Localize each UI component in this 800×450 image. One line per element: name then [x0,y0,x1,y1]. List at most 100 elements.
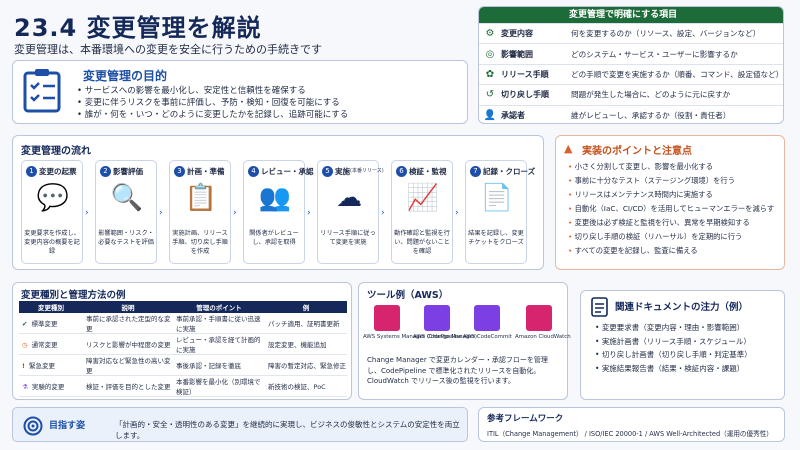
step-number: 1 [26,166,37,177]
step-number: 6 [396,166,407,177]
table-row: ⚙ 変更内容 何を変更するのか（リソース、設定、バージョンなど） [479,23,783,43]
tool-codecommit: AWS CodeCommit [463,305,512,340]
list-item: 切り戻し手順の検証（リハーサル）を定期的に行う [568,230,774,244]
check-icon: ✔ [22,320,28,328]
docs-list: 変更要求書（変更内容・理由・影響範囲） 実施計画書（リリース手順・スケジュール）… [595,321,752,375]
tools-note: Change Manager で変更カレンダー・承認フローを管理し、CodePi… [367,356,548,385]
clock-icon: ◷ [22,341,28,349]
purpose-list: サービスへの影響を最小化し、安定性と信頼性を確保する 変更に伴うリスクを事前に評… [77,85,349,121]
step-number: 3 [174,166,185,177]
purpose-heading: 変更管理の目的 [83,69,168,83]
purpose-card: 変更管理の目的 サービスへの影響を最小化し、安定性と信頼性を確保する 変更に伴う… [12,60,468,124]
flow-step: 7 記録・クローズ 📄 結果を記録し、変更チケットをクローズ [465,160,535,264]
step-number: 5 [322,166,333,177]
table-cell: ◷ 通常変更 [19,333,83,355]
flow-step: 6 検証・監視 📈 動作確認と監視を行い、問題がないことを確認 [391,160,453,264]
row-key: 承認者 [501,110,525,120]
flow-step: 2 影響評価 🔍 影響範囲・リスク・必要なテストを評価 [95,160,157,264]
table-cell: ⚗ 実験的変更 [19,375,83,397]
types-table: 変更種別 説明 管理のポイント 例 ✔ 標準変更 事前に承認された定型的な変更 事前承… [19,301,347,397]
document-icon [591,297,608,317]
step-description: リリース手順に従って変更を実施 [320,230,376,246]
flow-step: 3 計画・準備 📋 実施計画、リリース手順、切り戻し手順を作成 [169,160,231,264]
table-cell: ✔ 標準変更 [19,313,83,334]
cloud-upload-icon: ☁ [336,183,362,213]
list-item: 誰が・何を・いつ・どのように変更したかを記録し、追跡可能にする [77,109,349,121]
step-name: 影響評価 [113,167,143,176]
column-header: 管理のポイント [173,301,265,313]
step-name: レビュー・承認 [261,167,314,176]
row-key: リリース手順 [501,69,549,79]
target-icon [23,416,43,436]
alert-icon: ! [22,362,25,370]
table-cell: 事後承認・記録を徹底 [173,354,265,376]
cell-text: 緊急変更 [28,362,55,370]
step-description: 変更要求を作成し、変更内容の概要を記録 [24,230,80,255]
table-row: ↺ 切り戻し手順 問題が発生した場合に、どのように元に戻すか [479,84,783,104]
list-item: 切り戻し計画書（切り戻し手順・判定基準） [595,348,752,362]
flow-step: 4 レビュー・承認 👥 関係者がレビューし、承認を取得 [243,160,314,264]
points-card: ▲ 実装のポイントと注意点 小さく分割して変更し、影響を最小化する 事前に十分な… [555,135,785,270]
page-subtitle: 変更管理は、本番環境への変更を安全に行うための手続きです [14,43,322,56]
systems-manager-icon [374,305,400,331]
row-key: 変更内容 [501,29,533,39]
reference-card: 参考フレームワーク ITIL（Change Management） / ISO/… [478,407,785,442]
clarify-table: 変更管理で明確にする項目 ⚙ 変更内容 何を変更するのか（リソース、設定、バージョン… [478,6,784,124]
cell-text: 実験的変更 [31,383,65,391]
list-item: リリースはメンテナンス時間内に実施する [568,188,774,202]
codecommit-icon [474,305,500,331]
table-row: ⚗ 実験的変更 検証・評価を目的とした変更 本番影響を最小化（別環境で検証） 新技術の検… [19,375,347,397]
table-cell: ! 緊急変更 [19,354,83,376]
reference-text: ITIL（Change Management） / ISO/IEC 20000-… [487,430,773,438]
list-item: 変更要求書（変更内容・理由・影響範囲） [595,321,752,335]
goal-text: 「計画的・安全・透明性のある変更」を継続的に実現し、ビジネスの俊敏性とシステムの… [115,420,460,440]
flask-icon: ⚗ [22,383,28,391]
list-item: 小さく分割して変更し、影響を最小化する [568,160,774,174]
list-item: 実施結果報告書（結果・検証内容・課題） [595,362,752,376]
table-cell: 設定変更、機能追加 [265,333,347,355]
tools-card: ツール例（AWS） AWS Systems Manager (Change Ma… [358,282,571,400]
tool-label: AWS CodePipeline [413,334,462,340]
table-row: ✔ 標準変更 事前に承認された定型的な変更 事前承認・手順書に従い迅速に実施 パッチ適用… [19,313,347,334]
table-row: ◷ 通常変更 リスクと影響が中程度の変更 レビュー・承認を経て計画的に実施 設定変更、機… [19,333,347,355]
column-header: 例 [265,301,347,313]
codepipeline-icon [424,305,450,331]
step-number: 4 [248,166,259,177]
table-row: 👤 承認者 誰がレビューし、承認するか（役割・責任者） [479,104,783,123]
goal-label: 目指す姿 [49,421,86,431]
arrow-right-icon: › [85,208,89,218]
step-description: 結果を記録し、変更チケットをクローズ [468,230,524,246]
table-cell: 事前承認・手順書に従い迅速に実施 [173,313,265,334]
points-list: 小さく分割して変更し、影響を最小化する 事前に十分なテスト（ステージング環境）を… [568,160,775,258]
cell-text: 標準変更 [31,320,58,328]
flow-step: 5 実施 (本番リリース) ☁ リリース手順に従って変更を実施 [317,160,384,264]
column-header: 説明 [83,301,173,313]
table-row: ! 緊急変更 障害対応など緊急性の高い変更 事後承認・記録を徹底 障害の暫定対応、緊急修… [19,354,347,376]
step-name: 計画・準備 [187,167,225,176]
step-number: 2 [100,166,111,177]
row-value: 問題が発生した場合に、どのように元に戻すか [571,90,731,100]
magnifier-icon: 🔍 [110,183,144,213]
list-item: すべての変更を記録し、監査に備える [568,244,774,258]
release-icon: ✿ [485,68,495,80]
table-cell: 障害対応など緊急性の高い変更 [83,354,173,376]
table-cell: 新技術の検証、PoC [265,375,347,397]
list-item: 実施計画書（リリース手順・スケジュール） [595,335,752,349]
step-number: 7 [470,166,481,177]
impact-icon: ◎ [485,48,495,60]
step-sub: (本番リリース) [350,168,384,174]
types-card: 変更種別と管理方法の例 変更種別 説明 管理のポイント 例 ✔ 標準変更 事前に承認… [12,282,352,400]
approver-icon: 👤 [483,109,497,121]
table-cell: 障害の暫定対応、緊急修正 [265,354,347,376]
page-title: 23.4 変更管理を解説 [14,14,262,42]
tools-heading: ツール例（AWS） [367,290,449,301]
cell-text: 通常変更 [31,341,58,349]
table-cell: リスクと影響が中程度の変更 [83,333,173,355]
arrow-right-icon: › [307,208,311,218]
table-cell: 本番影響を最小化（別環境で検証） [173,375,265,397]
clipboard-icon: 📋 [184,183,218,213]
tool-label: Amazon CloudWatch [515,334,571,340]
docs-heading: 関連ドキュメントの注力（例） [615,302,749,313]
tool-cloudwatch: Amazon CloudWatch [515,305,571,340]
list-item: 事前に十分なテスト（ステージング環境）を行う [568,174,774,188]
